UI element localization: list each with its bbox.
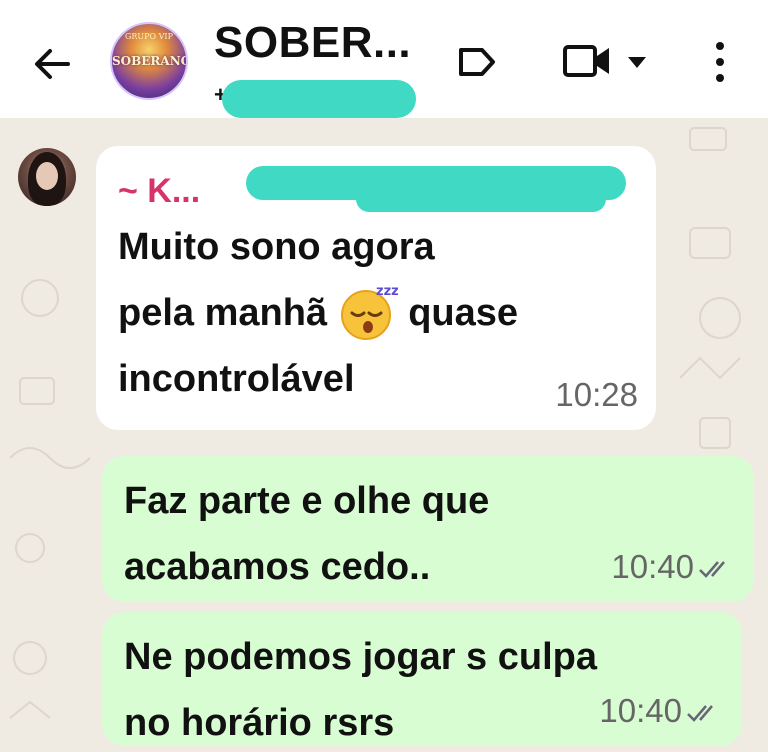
back-arrow-icon[interactable] <box>28 40 76 88</box>
message-time: 10:40 <box>611 548 694 585</box>
chat-title[interactable]: SOBER... <box>214 18 411 68</box>
sleeping-face-emoji-icon: zzz <box>340 284 398 340</box>
message-line: Muito sono agora <box>118 226 435 268</box>
message-bubble-outgoing[interactable]: Ne podemos jogar s culpa no horário rsrs… <box>102 612 742 746</box>
redaction-mark <box>356 186 606 212</box>
chat-header: GRUPO VIP SOBERANOS SOBER... +• ...2... <box>0 0 768 118</box>
message-bubble-outgoing[interactable]: Faz parte e olhe que acabamos cedo.. 10:… <box>102 456 754 602</box>
read-ticks-icon <box>699 561 725 578</box>
redaction-mark <box>222 80 416 118</box>
message-text: Muito sono agora pela manhã zzz quase in… <box>118 214 618 412</box>
group-avatar[interactable]: GRUPO VIP SOBERANOS <box>110 22 188 100</box>
chat-area[interactable]: ~ K... Muito sono agora pela manhã zzz q… <box>0 118 768 752</box>
message-line: quase <box>408 292 519 334</box>
message-text: Ne podemos jogar s culpa no horário rsrs <box>124 624 704 752</box>
avatar-face <box>36 162 58 190</box>
video-call-icon[interactable] <box>562 42 612 80</box>
label-tag-icon[interactable] <box>456 44 498 80</box>
svg-text:zzz: zzz <box>376 284 398 299</box>
message-line: Faz parte e olhe que <box>124 480 490 522</box>
read-ticks-icon <box>687 705 713 722</box>
sender-avatar[interactable] <box>18 148 76 206</box>
message-bubble-incoming[interactable]: ~ K... Muito sono agora pela manhã zzz q… <box>96 146 656 430</box>
message-time: 10:40 <box>599 692 682 729</box>
message-line: Ne podemos jogar s culpa <box>124 636 597 678</box>
message-line: acabamos cedo.. <box>124 546 431 588</box>
message-line: no horário rsrs <box>124 702 395 744</box>
avatar-text: SOBERANOS <box>112 54 186 68</box>
caret-down-icon[interactable] <box>626 54 648 70</box>
message-line: pela manhã <box>118 292 328 334</box>
message-line: incontrolável <box>118 358 355 400</box>
message-time: 10:28 <box>555 376 638 413</box>
more-vert-icon[interactable] <box>708 40 732 84</box>
avatar-small-text: GRUPO VIP <box>125 32 173 41</box>
sender-name[interactable]: ~ K... <box>118 172 200 211</box>
